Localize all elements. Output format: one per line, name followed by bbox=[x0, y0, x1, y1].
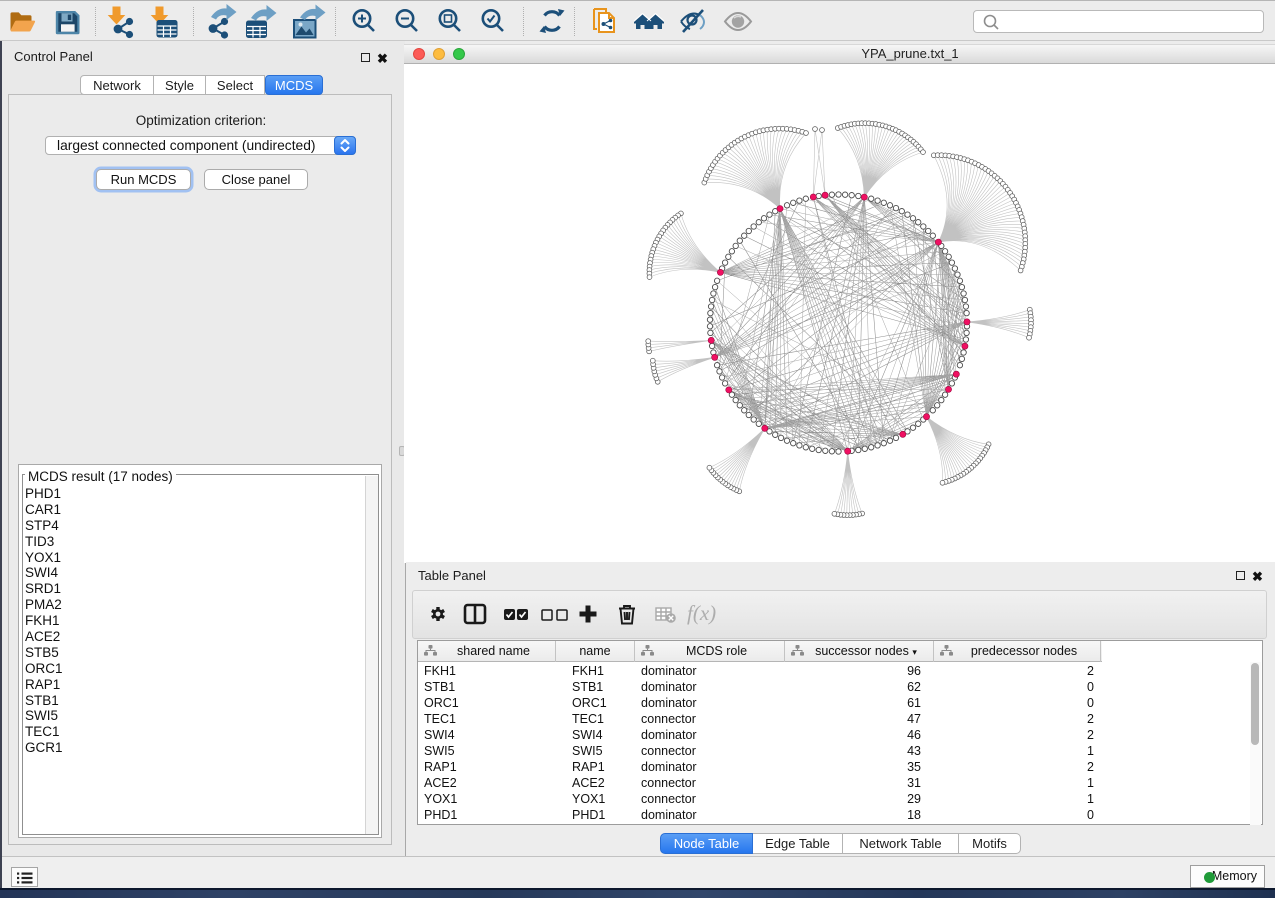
svg-text:f(x): f(x) bbox=[687, 601, 716, 625]
